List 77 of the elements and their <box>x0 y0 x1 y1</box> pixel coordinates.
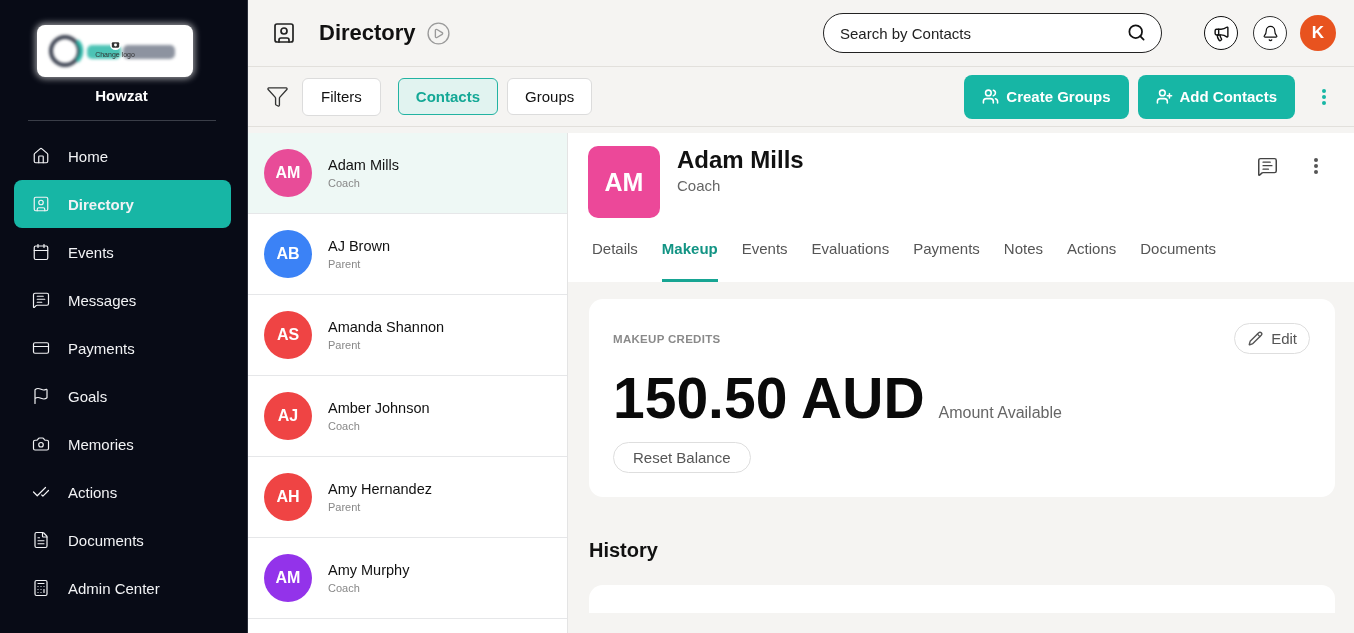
camera-icon <box>109 39 121 50</box>
contact-role: Coach <box>328 582 361 594</box>
announcements-button[interactable] <box>1204 16 1238 50</box>
profile-tab[interactable]: Payments <box>913 230 980 282</box>
page-title: Directory <box>319 20 416 46</box>
search-field[interactable]: Search by Contacts <box>823 13 1162 53</box>
card-label: MAKEUP CREDITS <box>613 332 721 345</box>
more-icon <box>1322 88 1326 105</box>
more-icon <box>1314 158 1318 174</box>
bell-icon <box>1261 24 1279 42</box>
contact-role: Parent <box>328 258 362 270</box>
contact-name: AJ Brown <box>328 238 391 254</box>
reset-balance-button[interactable]: Reset Balance <box>613 442 751 473</box>
people-icon <box>982 88 1000 105</box>
message-icon <box>32 291 50 309</box>
nav-item[interactable]: Events <box>14 228 231 276</box>
contact-role: Coach <box>328 420 361 432</box>
profile-role: Coach <box>677 177 722 194</box>
contact-avatar: AH <box>264 473 312 521</box>
nav-item[interactable]: Messages <box>14 276 231 324</box>
add-person-icon <box>1155 88 1173 105</box>
edit-button[interactable]: Edit <box>1234 323 1310 354</box>
contact-row[interactable]: AM Adam Mills Coach <box>248 133 567 214</box>
nav-item[interactable]: Admin Center <box>14 564 231 612</box>
filter-icon <box>266 85 289 108</box>
history-title: History <box>589 538 659 562</box>
contact-role: Parent <box>328 501 362 513</box>
nav-item[interactable]: Memories <box>14 420 231 468</box>
calendar-icon <box>32 243 50 261</box>
nav-item[interactable]: Actions <box>14 468 231 516</box>
nav-item[interactable]: Payments <box>14 324 231 372</box>
play-button[interactable] <box>425 20 451 46</box>
contact-name: Adam Mills <box>328 157 399 173</box>
contact-avatar: AJ <box>264 392 312 440</box>
contact-avatar: AM <box>264 149 312 197</box>
contact-avatar: AM <box>264 554 312 602</box>
credit-amount: 150.50 AUD <box>613 368 925 428</box>
organization-name: Howzat <box>94 87 149 105</box>
contact-avatar: AS <box>264 311 312 359</box>
view-toggle[interactable]: Groups <box>507 78 593 115</box>
profile-tab[interactable]: Details <box>592 230 638 282</box>
profile-tab[interactable]: Documents <box>1140 230 1217 282</box>
nav-item[interactable]: Home <box>14 132 231 180</box>
notifications-button[interactable] <box>1253 16 1287 50</box>
profile-tab[interactable]: Makeup <box>661 230 718 282</box>
document-icon <box>32 531 50 549</box>
flag-icon <box>32 387 50 405</box>
contact-avatar: AB <box>264 230 312 278</box>
nav-item[interactable]: Documents <box>14 516 231 564</box>
search-icon <box>1127 23 1146 42</box>
contact-card-icon <box>32 195 50 213</box>
home-icon <box>32 147 50 165</box>
profile-tab[interactable]: Actions <box>1067 230 1117 282</box>
message-button[interactable] <box>1257 155 1278 177</box>
camera-icon <box>32 435 50 453</box>
message-icon <box>1257 155 1278 177</box>
contact-name: Amber Johnson <box>328 400 430 416</box>
contact-name: Amanda Shannon <box>328 319 445 335</box>
profile-avatar: AM <box>588 146 660 218</box>
contact-card-icon <box>272 21 296 45</box>
pencil-icon <box>1248 331 1264 346</box>
profile-tab[interactable]: Notes <box>1003 230 1044 282</box>
profile-tab[interactable]: Events <box>741 230 788 282</box>
contact-name: Amy Hernandez <box>328 481 432 497</box>
calculator-icon <box>32 579 50 597</box>
nav-item[interactable]: Goals <box>14 372 231 420</box>
credit-card-icon <box>32 339 50 357</box>
profile-name: Adam Mills <box>677 146 804 174</box>
contact-role: Coach <box>328 177 361 189</box>
contact-name: Amy Murphy <box>328 562 410 578</box>
profile-tab[interactable]: Evaluations <box>811 230 890 282</box>
user-avatar[interactable]: K <box>1300 15 1336 51</box>
contact-role: Parent <box>328 339 362 351</box>
megaphone-icon <box>1212 24 1230 42</box>
play-icon <box>425 20 451 46</box>
filters-button[interactable]: Filters <box>302 77 381 116</box>
amount-caption: Amount Available <box>938 404 1062 422</box>
